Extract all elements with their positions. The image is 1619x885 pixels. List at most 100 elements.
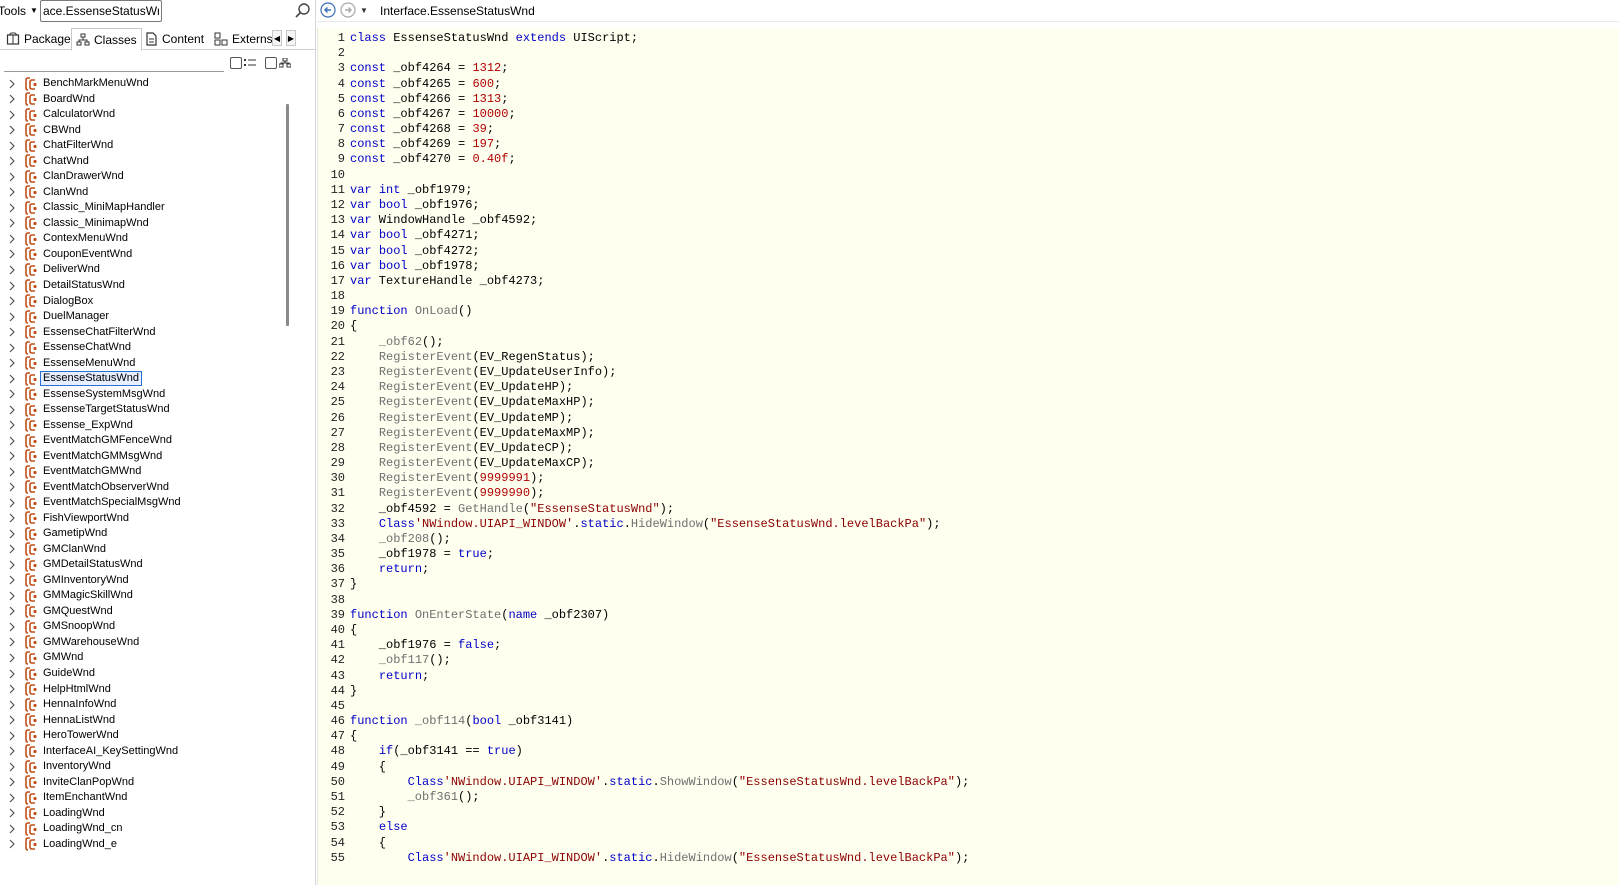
expand-chevron-icon[interactable]	[8, 405, 16, 415]
list-view-toggle[interactable]	[230, 57, 256, 69]
expand-chevron-icon[interactable]	[8, 839, 16, 849]
tree-item[interactable]: InventoryWnd	[0, 759, 280, 775]
tree-item[interactable]: InterfaceAI_KeySettingWnd	[0, 743, 280, 759]
expand-chevron-icon[interactable]	[8, 343, 16, 353]
filter-input[interactable]	[4, 54, 224, 72]
tree-item[interactable]: DuelManager	[0, 309, 280, 325]
tree-item[interactable]: GMWarehouseWnd	[0, 635, 280, 651]
expand-chevron-icon[interactable]	[8, 141, 16, 151]
tree-scrollbar[interactable]	[286, 104, 289, 326]
tree-item[interactable]: GMWnd	[0, 650, 280, 666]
tree-item[interactable]: DeliverWnd	[0, 262, 280, 278]
tree-item[interactable]: EventMatchSpecialMsgWnd	[0, 495, 280, 511]
tree-item[interactable]: HeroTowerWnd	[0, 728, 280, 744]
expand-chevron-icon[interactable]	[8, 281, 16, 291]
tree-item[interactable]: HennaInfoWnd	[0, 697, 280, 713]
tree-item[interactable]: EventMatchGMWnd	[0, 464, 280, 480]
expand-chevron-icon[interactable]	[8, 591, 16, 601]
tree-item[interactable]: ClanWnd	[0, 185, 280, 201]
tree-item[interactable]: InviteClanPopWnd	[0, 774, 280, 790]
tree-item[interactable]: Essense_ExpWnd	[0, 417, 280, 433]
expand-chevron-icon[interactable]	[8, 172, 16, 182]
expand-chevron-icon[interactable]	[8, 327, 16, 337]
history-dropdown-icon[interactable]: ▼	[360, 3, 368, 19]
expand-chevron-icon[interactable]	[8, 700, 16, 710]
code-editor[interactable]: 1 class EssenseStatusWnd extends UIScript…	[317, 28, 1619, 885]
tree-item[interactable]: GametipWnd	[0, 526, 280, 542]
tree-item[interactable]: CalculatorWnd	[0, 107, 280, 123]
expand-chevron-icon[interactable]	[8, 94, 16, 104]
expand-chevron-icon[interactable]	[8, 793, 16, 803]
tree-item[interactable]: EssenseTargetStatusWnd	[0, 402, 280, 418]
tree-item[interactable]: FishViewportWnd	[0, 511, 280, 527]
expand-chevron-icon[interactable]	[8, 312, 16, 322]
expand-chevron-icon[interactable]	[8, 358, 16, 368]
forward-arrow-icon[interactable]	[340, 2, 356, 18]
tree-item[interactable]: ContexMenuWnd	[0, 231, 280, 247]
tree-item[interactable]: EventMatchGMMsgWnd	[0, 448, 280, 464]
tab-scroll-left-icon[interactable]: ◀	[272, 30, 282, 46]
expand-chevron-icon[interactable]	[8, 249, 16, 259]
tree-item[interactable]: ChatWnd	[0, 154, 280, 170]
expand-chevron-icon[interactable]	[8, 777, 16, 787]
search-icon[interactable]	[294, 2, 312, 20]
tree-item[interactable]: CBWnd	[0, 123, 280, 139]
expand-chevron-icon[interactable]	[8, 203, 16, 213]
expand-chevron-icon[interactable]	[8, 498, 16, 508]
tree-item[interactable]: HelpHtmlWnd	[0, 681, 280, 697]
tab-scroll-right-icon[interactable]: ▶	[286, 30, 296, 46]
expand-chevron-icon[interactable]	[8, 746, 16, 756]
expand-chevron-icon[interactable]	[8, 467, 16, 477]
tab-content[interactable]: Content	[140, 28, 208, 50]
expand-chevron-icon[interactable]	[8, 560, 16, 570]
expand-chevron-icon[interactable]	[8, 669, 16, 679]
tree-item[interactable]: GuideWnd	[0, 666, 280, 682]
expand-chevron-icon[interactable]	[8, 762, 16, 772]
tree-item[interactable]: GMSnoopWnd	[0, 619, 280, 635]
expand-chevron-icon[interactable]	[8, 653, 16, 663]
expand-chevron-icon[interactable]	[8, 622, 16, 632]
tree-item[interactable]: EssenseChatFilterWnd	[0, 324, 280, 340]
tab-externs[interactable]: Externs	[210, 28, 277, 50]
expand-chevron-icon[interactable]	[8, 606, 16, 616]
expand-chevron-icon[interactable]	[8, 389, 16, 399]
tree-item[interactable]: DialogBox	[0, 293, 280, 309]
tree-item[interactable]: EssenseSystemMsgWnd	[0, 386, 280, 402]
tree-item[interactable]: DetailStatusWnd	[0, 278, 280, 294]
expand-chevron-icon[interactable]	[8, 637, 16, 647]
tree-item[interactable]: EssenseMenuWnd	[0, 355, 280, 371]
tree-item[interactable]: GMInventoryWnd	[0, 573, 280, 589]
expand-chevron-icon[interactable]	[8, 79, 16, 89]
tree-item[interactable]: LoadingWnd_cn	[0, 821, 280, 837]
tab-classes[interactable]: Classes	[71, 28, 142, 51]
expand-chevron-icon[interactable]	[8, 513, 16, 523]
hierarchy-view-checkbox[interactable]	[265, 57, 277, 69]
tree-item[interactable]: LoadingWnd	[0, 805, 280, 821]
tree-item[interactable]: GMQuestWnd	[0, 604, 280, 620]
expand-chevron-icon[interactable]	[8, 529, 16, 539]
expand-chevron-icon[interactable]	[8, 808, 16, 818]
tree-item[interactable]: Classic_MinimapWnd	[0, 216, 280, 232]
expand-chevron-icon[interactable]	[8, 684, 16, 694]
expand-chevron-icon[interactable]	[8, 436, 16, 446]
tree-item[interactable]: Classic_MiniMapHandler	[0, 200, 280, 216]
expand-chevron-icon[interactable]	[8, 575, 16, 585]
search-input[interactable]	[40, 0, 162, 22]
tree-item[interactable]: ChatFilterWnd	[0, 138, 280, 154]
expand-chevron-icon[interactable]	[8, 420, 16, 430]
expand-chevron-icon[interactable]	[8, 265, 16, 275]
expand-chevron-icon[interactable]	[8, 824, 16, 834]
tree-item[interactable]: GMClanWnd	[0, 542, 280, 558]
tab-package[interactable]: Package	[2, 28, 75, 50]
tree-item[interactable]: BoardWnd	[0, 92, 280, 108]
expand-chevron-icon[interactable]	[8, 187, 16, 197]
expand-chevron-icon[interactable]	[8, 451, 16, 461]
tree-item[interactable]: GMMagicSkillWnd	[0, 588, 280, 604]
expand-chevron-icon[interactable]	[8, 234, 16, 244]
tree-item[interactable]: ItemEnchantWnd	[0, 790, 280, 806]
expand-chevron-icon[interactable]	[8, 125, 16, 135]
back-arrow-icon[interactable]	[320, 2, 336, 18]
tree-item[interactable]: LoadingWnd_e	[0, 836, 280, 852]
tree-item[interactable]: EventMatchObserverWnd	[0, 480, 280, 496]
expand-chevron-icon[interactable]	[8, 110, 16, 120]
